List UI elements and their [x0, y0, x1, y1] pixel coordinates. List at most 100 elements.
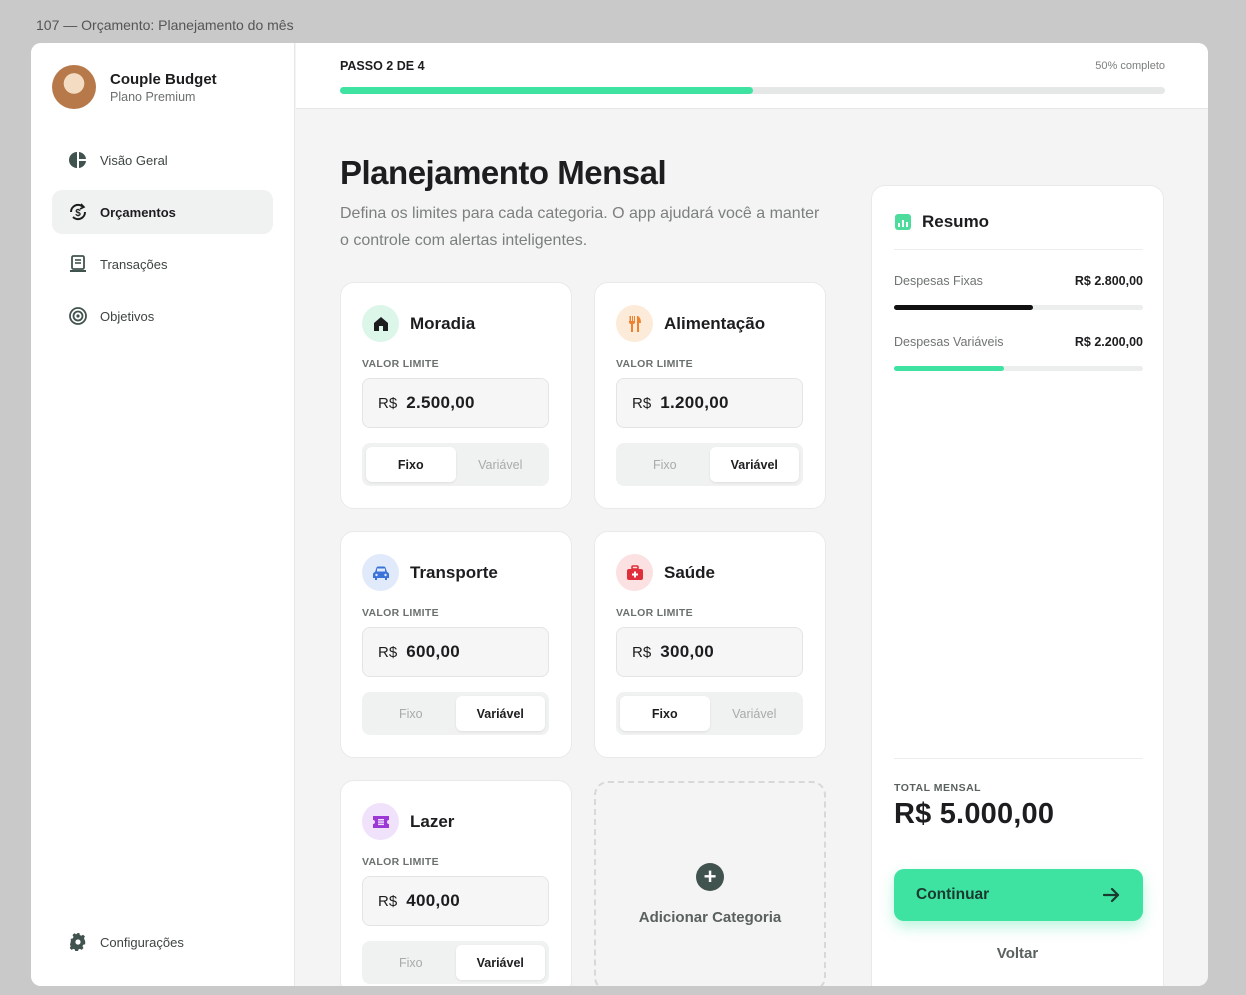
sidebar-item-label: Transações — [100, 256, 168, 272]
page-description: Defina os limites para cada categoria. O… — [340, 205, 820, 249]
continue-label: Continuar — [916, 886, 990, 903]
progress-bar-fill — [340, 87, 753, 94]
sidebar-item-orcamentos[interactable]: $ Orçamentos — [52, 190, 273, 234]
summary-row-variable: Despesas Variáveis R$ 2.200,00 — [894, 335, 1143, 349]
category-card-alimentacao: Alimentação VALOR LIMITE R$ 1.200,00 Fix… — [594, 282, 826, 509]
sidebar-item-label: Objetivos — [100, 308, 155, 324]
amount-value: 1.200,00 — [660, 393, 729, 412]
limit-label: VALOR LIMITE — [362, 607, 439, 619]
variable-expenses-bar-fill — [894, 366, 1004, 371]
progress-percent: 50% completo — [1095, 60, 1165, 72]
amount-value: 2.500,00 — [406, 393, 475, 412]
limit-label: VALOR LIMITE — [362, 358, 439, 370]
category-name: Alimentação — [664, 313, 766, 333]
type-toggle: Fixo Variável — [362, 941, 549, 984]
toggle-variavel[interactable]: Variável — [709, 447, 799, 482]
toggle-fixo[interactable]: Fixo — [366, 447, 456, 482]
add-category-label: Adicionar Categoria — [638, 909, 782, 926]
car-icon — [362, 554, 399, 591]
sidebar-item-label: Orçamentos — [100, 204, 176, 220]
progress-bar — [340, 87, 1165, 94]
app-window: Couple Budget Plano Premium Visão Geral … — [31, 43, 1208, 986]
amount-value: 300,00 — [660, 642, 714, 661]
total-label: TOTAL MENSAL — [894, 782, 982, 794]
arrow-right-icon — [1103, 887, 1120, 903]
category-card-saude: Saúde VALOR LIMITE R$ 300,00 Fixo Variáv… — [594, 531, 826, 758]
back-button[interactable]: Voltar — [872, 945, 1163, 962]
total-value: R$ 5.000,00 — [894, 798, 1055, 830]
category-name: Moradia — [410, 313, 476, 333]
type-toggle: Fixo Variável — [362, 692, 549, 735]
category-card-lazer: Lazer VALOR LIMITE R$ 400,00 Fixo Variáv… — [340, 780, 572, 986]
currency-symbol: R$ — [378, 394, 398, 412]
progress-header: PASSO 2 DE 4 50% completo — [296, 43, 1208, 109]
toggle-fixo[interactable]: Fixo — [620, 447, 710, 482]
sidebar-item-label: Configurações — [100, 934, 184, 950]
add-category-button[interactable]: + Adicionar Categoria — [594, 781, 826, 986]
amount-input[interactable]: R$ 2.500,00 — [362, 378, 549, 428]
category-name: Saúde — [664, 562, 716, 582]
window-title: 107 — Orçamento: Planejamento do mês — [36, 17, 294, 33]
summary-title: Resumo — [922, 212, 990, 231]
toggle-fixo[interactable]: Fixo — [620, 696, 710, 731]
limit-label: VALOR LIMITE — [616, 358, 693, 370]
brand: Couple Budget Plano Premium — [52, 65, 217, 109]
currency-symbol: R$ — [632, 394, 652, 412]
toggle-variavel[interactable]: Variável — [455, 696, 545, 731]
summary-row-value: R$ 2.200,00 — [1074, 335, 1143, 349]
sidebar-nav: Visão Geral $ Orçamentos Transações Obje… — [52, 138, 273, 346]
sidebar: Couple Budget Plano Premium Visão Geral … — [31, 43, 295, 986]
type-toggle: Fixo Variável — [362, 443, 549, 486]
toggle-variavel[interactable]: Variável — [456, 447, 546, 482]
currency-symbol: R$ — [378, 892, 398, 910]
divider — [894, 758, 1143, 759]
target-icon — [68, 306, 88, 326]
step-label: PASSO 2 DE 4 — [340, 59, 425, 73]
sidebar-item-configuracoes[interactable]: Configurações — [52, 920, 273, 964]
category-name: Transporte — [410, 562, 498, 582]
limit-label: VALOR LIMITE — [362, 856, 439, 868]
continue-button[interactable]: Continuar — [894, 869, 1143, 921]
home-icon — [362, 305, 399, 342]
currency-symbol: R$ — [632, 643, 652, 661]
medical-kit-icon — [616, 554, 653, 591]
sidebar-item-transacoes[interactable]: Transações — [52, 242, 273, 286]
variable-expenses-bar — [894, 366, 1143, 371]
budget-refresh-icon: $ — [68, 202, 88, 222]
amount-input[interactable]: R$ 300,00 — [616, 627, 803, 677]
category-card-transporte: Transporte VALOR LIMITE R$ 600,00 Fixo V… — [340, 531, 572, 758]
avatar — [52, 65, 96, 109]
limit-label: VALOR LIMITE — [616, 607, 693, 619]
summary-panel: Resumo Despesas Fixas R$ 2.800,00 Despes… — [871, 185, 1164, 986]
summary-row-fixed: Despesas Fixas R$ 2.800,00 — [894, 274, 1143, 288]
brand-name: Couple Budget — [110, 70, 217, 88]
brand-plan: Plano Premium — [110, 89, 196, 104]
toggle-fixo[interactable]: Fixo — [366, 696, 456, 731]
fork-knife-icon — [616, 305, 653, 342]
summary-row-value: R$ 2.800,00 — [1074, 274, 1143, 288]
toggle-fixo[interactable]: Fixo — [366, 945, 456, 980]
sidebar-item-label: Visão Geral — [100, 152, 168, 168]
fixed-expenses-bar — [894, 305, 1143, 310]
gear-icon — [68, 932, 88, 952]
divider — [894, 249, 1143, 250]
currency-symbol: R$ — [378, 643, 398, 661]
amount-input[interactable]: R$ 1.200,00 — [616, 378, 803, 428]
amount-input[interactable]: R$ 600,00 — [362, 627, 549, 677]
summary-row-label: Despesas Fixas — [894, 274, 983, 288]
toggle-variavel[interactable]: Variável — [455, 945, 545, 980]
pie-chart-icon — [68, 150, 88, 170]
category-card-moradia: Moradia VALOR LIMITE R$ 2.500,00 Fixo Va… — [340, 282, 572, 509]
ticket-icon — [362, 803, 399, 840]
svg-text:$: $ — [75, 208, 81, 219]
amount-input[interactable]: R$ 400,00 — [362, 876, 549, 926]
type-toggle: Fixo Variável — [616, 692, 803, 735]
sidebar-item-objetivos[interactable]: Objetivos — [52, 294, 273, 338]
type-toggle: Fixo Variável — [616, 443, 803, 486]
receipt-icon — [68, 254, 88, 274]
category-name: Lazer — [410, 811, 455, 831]
amount-value: 400,00 — [406, 891, 460, 910]
toggle-variavel[interactable]: Variável — [710, 696, 800, 731]
sidebar-item-visao-geral[interactable]: Visão Geral — [52, 138, 273, 182]
fixed-expenses-bar-fill — [894, 305, 1034, 310]
